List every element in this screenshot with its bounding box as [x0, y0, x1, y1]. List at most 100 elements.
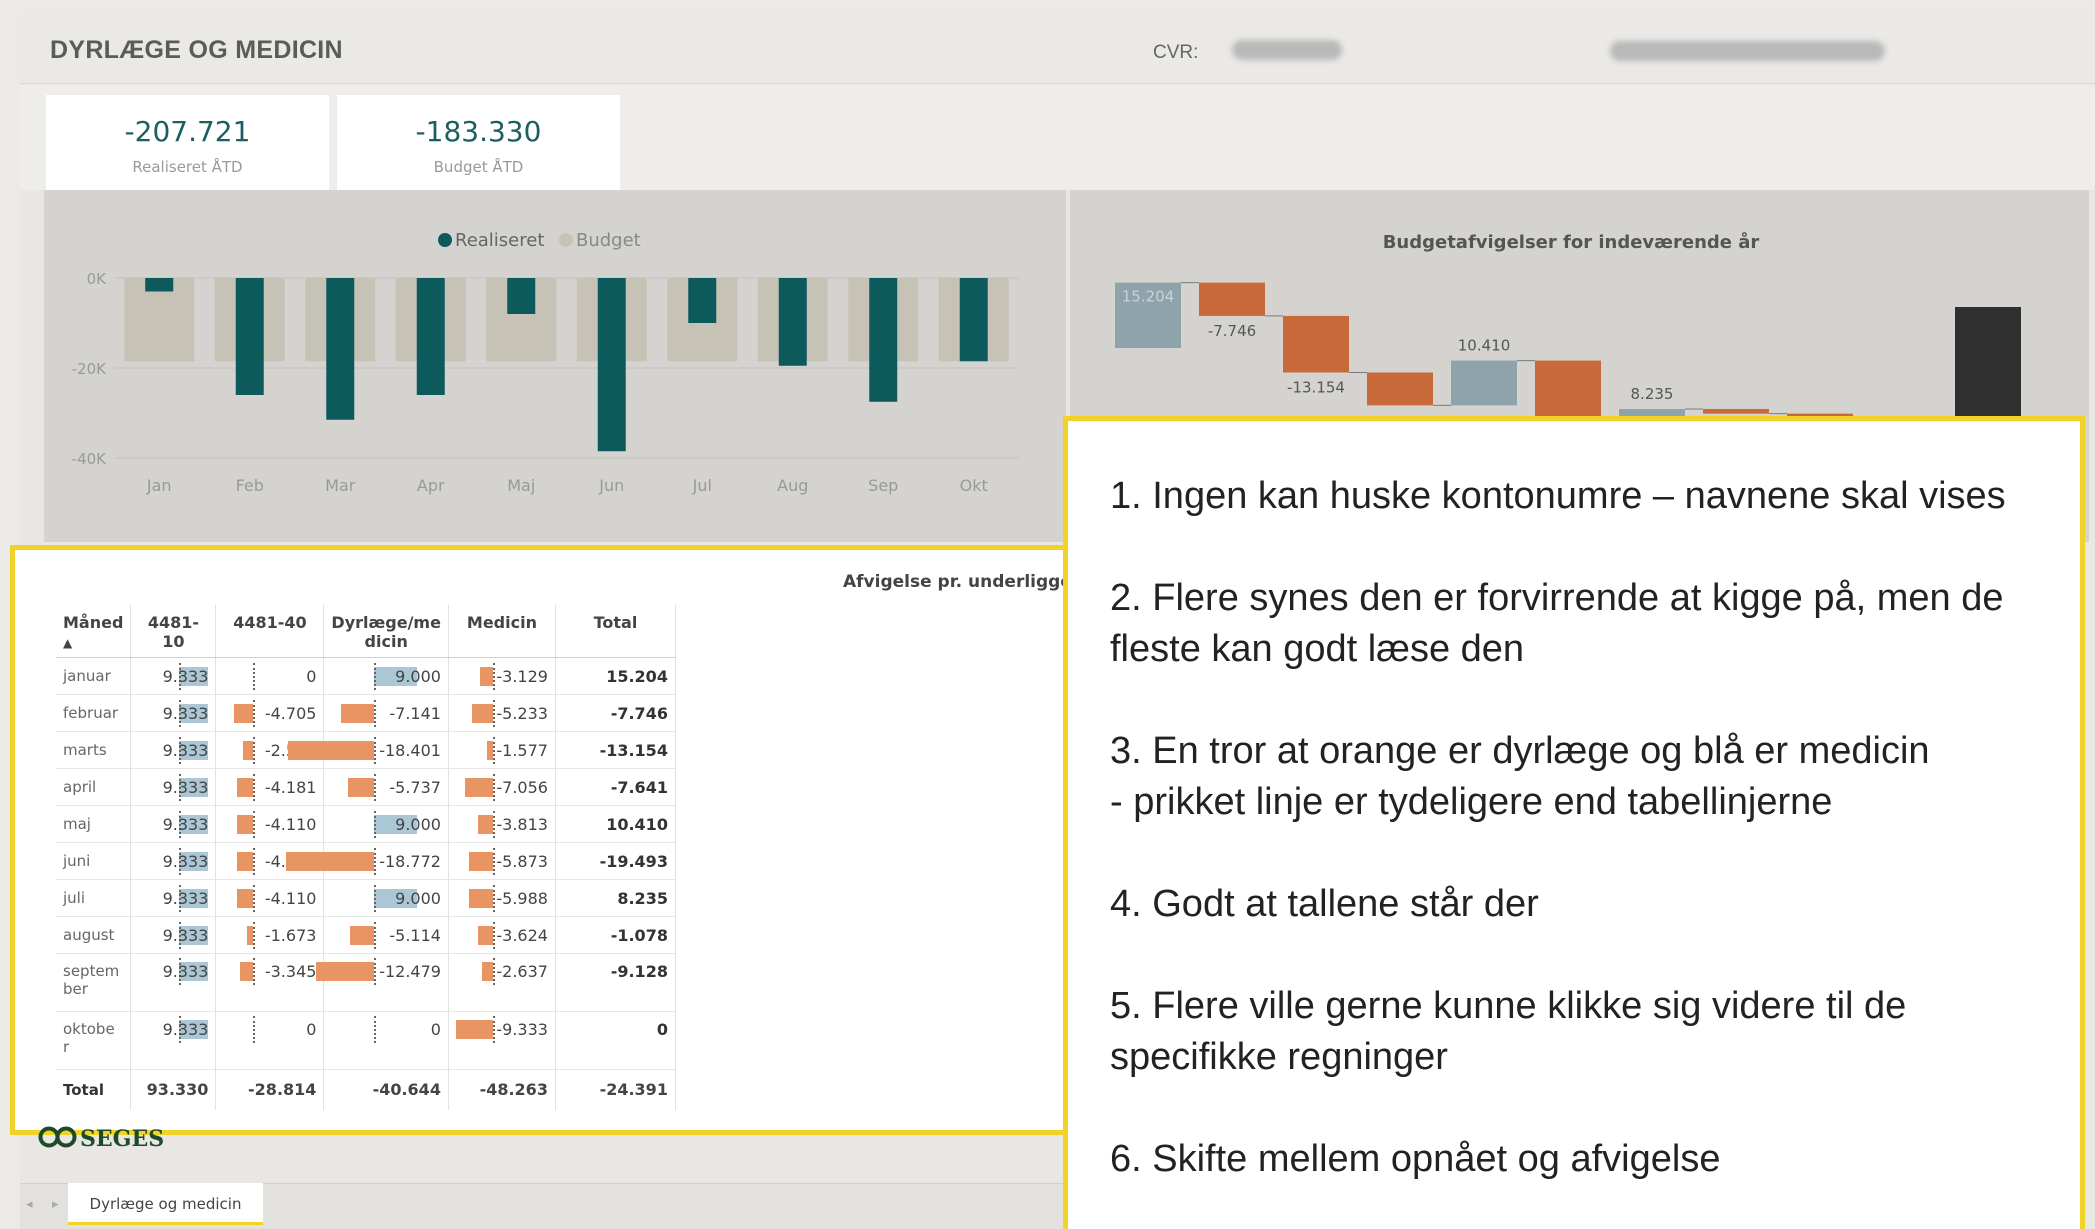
- data-bar: [234, 703, 254, 723]
- waterfall-title: Budgetafvigelser for indeværende år: [1383, 231, 1760, 253]
- monthly-bar-chart-panel[interactable]: Realiseret Budget 0K -20K -40K Jan Feb Mar Apr Ma…: [44, 190, 1066, 542]
- table-row[interactable]: februar 9.333 -4.705 -7.141 -5.233 -7.746: [56, 694, 676, 732]
- cell-total: -7.641: [555, 768, 676, 806]
- data-bar: [236, 777, 254, 797]
- chart-legend[interactable]: Realiseret Budget: [438, 230, 641, 251]
- zero-axis-line: [253, 884, 256, 912]
- waterfall-bar[interactable]: [1451, 360, 1517, 406]
- y-tick-label: 0K: [87, 270, 108, 288]
- cell-month: juli: [56, 879, 132, 917]
- zero-axis-line: [492, 736, 495, 764]
- cell-4481-10: 9.333: [130, 731, 217, 769]
- sort-ascending-icon[interactable]: ▲: [63, 636, 72, 650]
- data-bar: [246, 925, 254, 945]
- cell-month: juni: [56, 842, 132, 880]
- table-row[interactable]: juli 9.333 -4.110 9.000 -5.988 8.235: [56, 879, 676, 917]
- data-bar: [472, 703, 493, 723]
- table-row[interactable]: april 9.333 -4.181 -5.737 -7.056 -7.641: [56, 768, 676, 806]
- cell-total: 15.204: [555, 657, 676, 695]
- cell-month: januar: [56, 657, 132, 695]
- tab-prev-icon[interactable]: ◂: [26, 1197, 33, 1212]
- cell-total: 8.235: [555, 879, 676, 917]
- cell-total: -1.078: [555, 916, 676, 954]
- legend-realiseret-swatch: [438, 233, 452, 247]
- realiseret-bar[interactable]: [869, 278, 898, 402]
- column-header-total[interactable]: Total: [555, 605, 676, 658]
- waterfall-data-label: 8.235: [1631, 385, 1674, 403]
- note-5: 5. Flere ville gerne kunne klikke sig vi…: [1110, 985, 1907, 1078]
- zero-axis-line: [492, 1016, 495, 1043]
- waterfall-data-label: -13.154: [1287, 378, 1345, 396]
- cell-month: august: [56, 916, 132, 954]
- realiseret-bar[interactable]: [597, 278, 626, 452]
- table-row[interactable]: septem ber 9.333 -3.345 -12.479 -2.637 -9.128: [56, 953, 676, 1012]
- column-header-4481-40[interactable]: 4481-40: [215, 605, 325, 658]
- table-row[interactable]: maj 9.333 -4.110 9.000 -3.813 10.410: [56, 805, 676, 843]
- kpi-card-realiseret[interactable]: -207.721 Realiseret ÅTD: [46, 95, 329, 190]
- waterfall-bar[interactable]: [1703, 408, 1769, 414]
- column-header-dyrlaege-medicin[interactable]: Dyrlæge/me dicin: [323, 605, 449, 658]
- kpi-value: -183.330: [415, 115, 542, 148]
- y-tick-label: -20K: [72, 360, 107, 378]
- cell-dyrlaege-medicin: 9.000: [323, 657, 449, 695]
- zero-axis-line: [374, 773, 377, 801]
- data-bar: [243, 740, 254, 760]
- data-bar: [236, 814, 254, 834]
- zero-axis-line: [253, 958, 256, 985]
- cell-total-label: Total: [56, 1069, 132, 1110]
- cell-dyrlaege-medicin: -7.141: [323, 694, 449, 732]
- seges-logo: SEGES: [38, 1125, 164, 1152]
- zero-axis-line: [253, 1016, 256, 1043]
- seges-rings-icon: [38, 1126, 77, 1148]
- zero-axis-line: [253, 810, 256, 838]
- table-row[interactable]: januar 9.333 0 9.000 -3.129 15.204: [56, 657, 676, 695]
- cell-medicin: -9.333: [448, 1011, 556, 1070]
- table-row[interactable]: oktobe r 9.333 0 0 -9.333 0: [56, 1011, 676, 1070]
- cell-4481-10: 9.333: [130, 953, 217, 1012]
- realiseret-bar[interactable]: [507, 278, 536, 314]
- cell-month: septem ber: [56, 953, 132, 1012]
- waterfall-bar[interactable]: [1199, 282, 1265, 316]
- data-bar: [480, 666, 493, 686]
- redacted-cvr-value: [1232, 40, 1342, 60]
- kpi-strip: [20, 85, 2095, 190]
- column-header-month[interactable]: Måned ▲: [56, 605, 132, 658]
- table-row[interactable]: marts9.333-2.509-18.401-1.577-13.154: [56, 731, 676, 769]
- legend-budget-label: Budget: [576, 230, 641, 251]
- zero-axis-line: [492, 810, 495, 838]
- zero-axis-line: [374, 1016, 377, 1043]
- realiseret-bar[interactable]: [688, 278, 717, 323]
- note-2: 2. Flere synes den er forvirrende at kig…: [1110, 577, 2004, 670]
- realiseret-bar[interactable]: [959, 278, 988, 362]
- table-row[interactable]: august 9.333 -1.673 -5.114 -3.624 -1.078: [56, 916, 676, 954]
- cvr-label: CVR:: [1153, 42, 1199, 63]
- cell-dyrlaege-medicin: -5.737: [323, 768, 449, 806]
- deviation-matrix[interactable]: Måned ▲ 4481-10 4481-40 Dyrlæge/me dicin …: [56, 605, 676, 1110]
- column-header-medicin[interactable]: Medicin: [448, 605, 556, 658]
- realiseret-bar[interactable]: [778, 278, 807, 366]
- realiseret-bar[interactable]: [416, 278, 445, 395]
- waterfall-bar[interactable]: [1283, 315, 1349, 373]
- zero-axis-line: [374, 958, 377, 985]
- realiseret-bar[interactable]: [235, 278, 264, 395]
- data-bar: [469, 888, 493, 908]
- cell-total-4481-10: 93.330: [130, 1069, 217, 1110]
- zero-axis-line: [492, 884, 495, 912]
- tab-next-icon[interactable]: ▸: [52, 1197, 59, 1212]
- cell-4481-40: -3.345: [215, 953, 325, 1012]
- zero-axis-line: [253, 773, 256, 801]
- waterfall-bar[interactable]: [1367, 372, 1433, 406]
- zero-axis-line: [253, 921, 256, 949]
- zero-axis-line: [374, 847, 377, 875]
- cell-4481-10: 9.333: [130, 842, 217, 880]
- realiseret-bar[interactable]: [145, 278, 174, 292]
- cell-month: maj: [56, 805, 132, 843]
- table-row[interactable]: juni9.333-4.181-18.772-5.873-19.493: [56, 842, 676, 880]
- tab-dyrlaege-og-medicin[interactable]: Dyrlæge og medicin: [68, 1183, 263, 1225]
- data-bar: [350, 925, 375, 945]
- realiseret-bar[interactable]: [326, 278, 355, 420]
- x-tick-label: Aug: [777, 476, 808, 495]
- column-header-4481-10[interactable]: 4481-10: [130, 605, 217, 658]
- zero-axis-line: [374, 884, 377, 912]
- kpi-card-budget[interactable]: -183.330 Budget ÅTD: [337, 95, 620, 190]
